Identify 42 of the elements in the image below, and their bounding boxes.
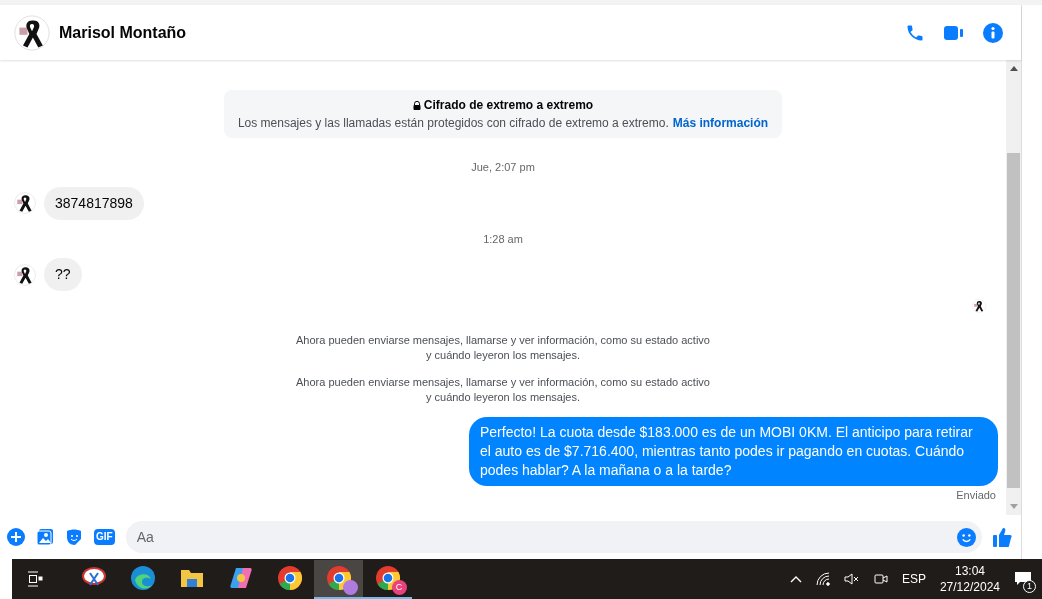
more-info-link[interactable]: Más información: [672, 114, 769, 132]
timestamp: 1:28 am: [483, 231, 523, 247]
sent-status: Enviado: [956, 488, 996, 503]
muted-speaker-icon[interactable]: [843, 572, 860, 586]
edge-browser-icon: [129, 565, 156, 591]
seen-avatar: [972, 299, 986, 313]
thumbs-up-icon[interactable]: [993, 527, 1013, 547]
camera-icon[interactable]: [873, 572, 888, 586]
encryption-title: Cifrado de extremo a extremo: [423, 97, 594, 114]
wifi-icon[interactable]: [815, 572, 830, 586]
info-notice: Ahora pueden enviarse mensajes, llamarse y ver información, como su estado activo y cuándo leyeron los mensajes.: [295, 333, 711, 363]
language-indicator[interactable]: ESP: [901, 570, 926, 588]
notification-icon[interactable]: [1014, 571, 1032, 587]
encryption-text: Los mensajes y las llamadas están protegidos con cifrado de extremo a extremo.: [237, 115, 669, 132]
message-input[interactable]: Aa: [125, 521, 982, 553]
contact-avatar: [14, 14, 50, 51]
outgoing-message: Perfecto! La cuota desde $183.000 es de un MOBI 0KM. El anticipo para retirar el auto es de $7.716.400, mientras tanto podes ir pagando en cuotas. Cuándo podes hablar? A la mañana o a la tarde?: [469, 417, 998, 486]
chrome-browser-icon: [325, 565, 352, 591]
info-notice: Ahora pueden enviarse mensajes, llamarse y ver información, como su estado activo y cuándo leyeron los mensajes.: [295, 375, 711, 405]
timestamp: Jue, 2:07 pm: [471, 160, 535, 175]
taskbar-app-button[interactable]: C: [363, 559, 412, 599]
chrome-browser-icon: [276, 565, 303, 591]
image-icon[interactable]: [36, 528, 54, 546]
task-view-icon[interactable]: [27, 571, 43, 587]
contact-avatar: [14, 263, 36, 286]
info-icon[interactable]: [983, 22, 1003, 43]
incoming-message: 3874817898: [44, 186, 144, 220]
scrollbar[interactable]: [1006, 60, 1021, 515]
chrome-browser-icon: [374, 565, 401, 591]
copilot-icon: [227, 565, 254, 591]
contact-name: Marisol Montaño: [59, 22, 187, 43]
incoming-message: ??: [44, 258, 82, 291]
lock-icon: [412, 100, 421, 110]
sticker-icon[interactable]: [65, 528, 83, 546]
taskbar-app-button[interactable]: [314, 559, 363, 599]
plus-icon[interactable]: [7, 528, 25, 546]
contact-avatar: [14, 192, 36, 214]
gif-button[interactable]: GIF: [94, 529, 115, 545]
notification-count: 1: [1023, 580, 1036, 593]
clock[interactable]: 13:04 27/12/2024: [939, 563, 1000, 595]
emoji-icon[interactable]: [957, 527, 976, 547]
chevron-up-icon[interactable]: [789, 575, 802, 583]
